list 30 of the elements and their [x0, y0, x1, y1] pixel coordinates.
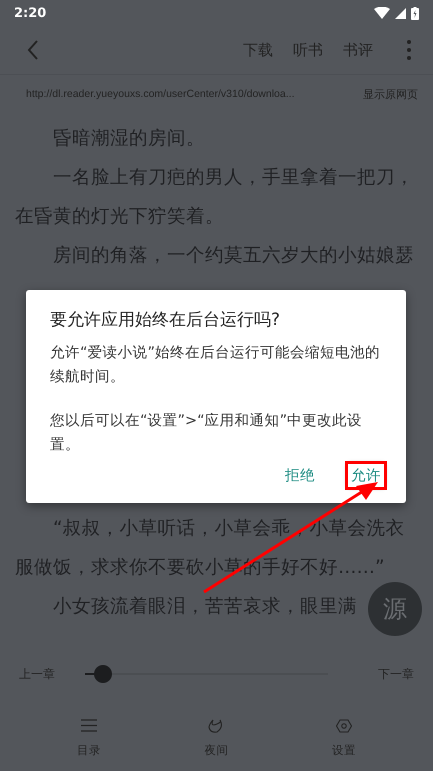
menu-icon[interactable] — [80, 719, 97, 733]
nav-label[interactable]: 设置 — [332, 743, 356, 758]
signal-icon — [395, 8, 406, 18]
back-icon[interactable] — [27, 40, 39, 60]
settings-icon[interactable] — [336, 719, 352, 733]
next-chapter-button[interactable]: 下一章 — [378, 666, 414, 682]
page-url: http://dl.reader.yueyouxs.com/userCenter/v310/downloa... — [26, 88, 294, 100]
book-text-line: 房间的角落，一个约莫五六岁大的小姑娘瑟 — [52, 245, 414, 266]
dialog-message: 允许“爱读小说”始终在后台运行可能会缩短电池的续航时间。 — [50, 344, 382, 387]
toolbar-action[interactable]: 下载 — [243, 40, 273, 60]
dialog-title: 要允许应用始终在后台运行吗? — [50, 309, 282, 331]
toolbar-action[interactable]: 书评 — [343, 40, 373, 60]
prev-chapter-button[interactable]: 上一章 — [19, 666, 55, 682]
dialog-message: 您以后可以在“设置”>“应用和通知”中更改此设置。 — [50, 412, 364, 455]
nav-label[interactable]: 夜间 — [204, 743, 228, 758]
book-text-line: 小女孩流着眼泪，苦苦哀求，眼里满 — [52, 596, 357, 617]
dialog-button[interactable]: 允许 — [348, 464, 384, 487]
status-time: 2:20 — [14, 6, 46, 20]
book-text-line: 一名脸上有刀疤的男人，手里拿着一把刀， — [52, 167, 414, 188]
moon-icon[interactable] — [208, 719, 224, 733]
show-original-link[interactable]: 显示原网页 — [363, 86, 418, 102]
source-button[interactable]: 源 — [368, 582, 422, 636]
toolbar-action[interactable]: 听书 — [293, 40, 323, 60]
wifi-icon — [374, 7, 390, 19]
nav-label[interactable]: 目录 — [76, 743, 101, 758]
more-icon[interactable] — [407, 40, 411, 60]
battery-icon — [411, 6, 419, 20]
book-text-line: 在昏黄的灯光下狞笑着。 — [15, 206, 224, 227]
book-text-line: 昏暗潮湿的房间。 — [52, 128, 205, 149]
dialog-button[interactable]: 拒绝 — [282, 464, 318, 487]
